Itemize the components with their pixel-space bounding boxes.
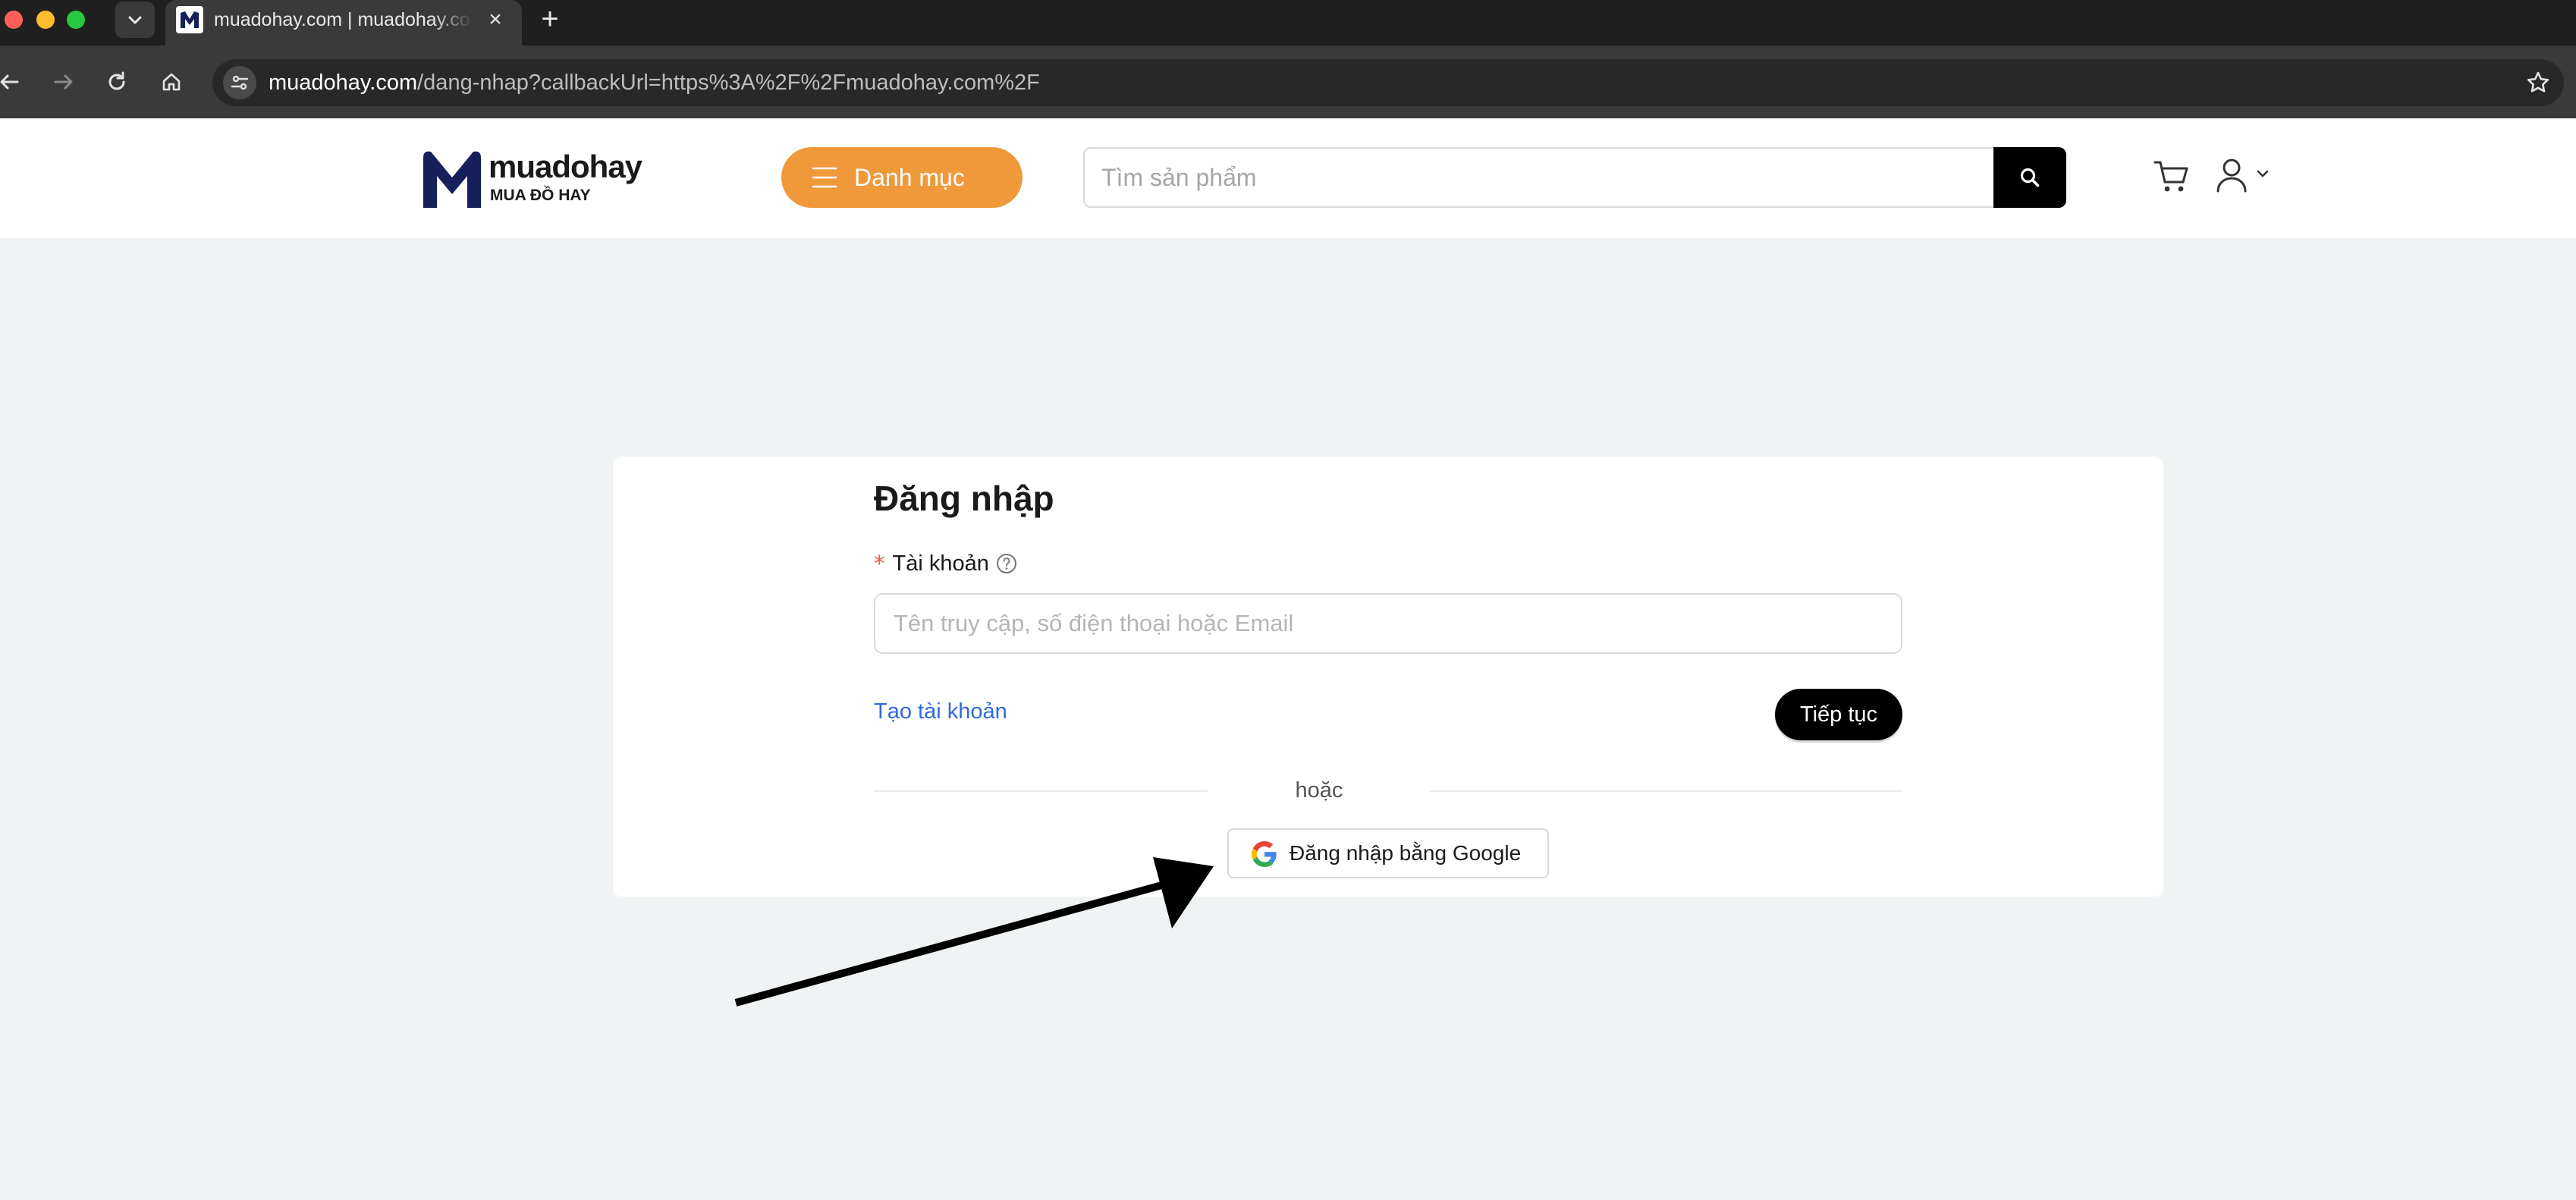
- back-button[interactable]: [0, 65, 26, 99]
- site-info-button[interactable]: [223, 66, 256, 99]
- url-host: muadohay.com: [269, 71, 418, 95]
- browser-toolbar: muadohay.com/dang-nhap?callbackUrl=https…: [0, 46, 2576, 118]
- url-path: /dang-nhap?callbackUrl=https%3A%2F%2Fmua…: [417, 71, 1040, 95]
- window-maximize-button[interactable]: [67, 11, 85, 29]
- address-bar[interactable]: muadohay.com/dang-nhap?callbackUrl=https…: [212, 59, 2564, 106]
- tab-search-button[interactable]: [115, 2, 155, 38]
- page-title: Đăng nhập: [874, 479, 1054, 518]
- account-input[interactable]: [874, 593, 1902, 654]
- annotation-arrow-icon: [734, 857, 1214, 1007]
- active-tab[interactable]: muadohay.com | muadohay.com ×: [165, 0, 522, 46]
- search-input[interactable]: [1085, 149, 1995, 206]
- site-header: muadohay MUA ĐỒ HAY Danh mục: [0, 118, 2576, 238]
- home-button[interactable]: [155, 65, 188, 99]
- divider-line-right: [1429, 790, 1902, 792]
- bookmark-star-icon: [2527, 71, 2549, 93]
- google-login-label: Đăng nhập bằng Google: [1290, 841, 1522, 865]
- reload-button[interactable]: [100, 65, 134, 99]
- create-account-link[interactable]: Tạo tài khoản: [874, 699, 1007, 724]
- hamburger-menu-icon: [812, 167, 837, 188]
- search-box: [1083, 147, 2066, 208]
- site-logo[interactable]: muadohay MUA ĐỒ HAY: [420, 146, 642, 212]
- chevron-down-icon: [128, 16, 142, 24]
- url-text[interactable]: muadohay.com/dang-nhap?callbackUrl=https…: [269, 59, 1040, 106]
- logo-name: muadohay: [488, 149, 642, 184]
- account-field-label: * Tài khoản: [874, 551, 1018, 576]
- account-label-text: Tài khoản: [892, 551, 989, 576]
- google-login-button[interactable]: Đăng nhập bằng Google: [1227, 828, 1549, 878]
- reload-icon: [108, 71, 125, 90]
- logo-tagline: MUA ĐỒ HAY: [490, 187, 591, 204]
- home-icon: [162, 73, 181, 91]
- forward-arrow-icon: [54, 74, 73, 90]
- new-tab-button[interactable]: +: [532, 2, 567, 36]
- required-mark: *: [874, 551, 885, 576]
- browser-tab-bar: muadohay.com | muadohay.com × +: [0, 0, 2576, 46]
- login-card: Đăng nhập * Tài khoản Tạo tài khoản Tiếp…: [613, 457, 2163, 897]
- bookmark-button[interactable]: [2521, 66, 2555, 99]
- forward-button[interactable]: [47, 65, 80, 99]
- muadohay-logo-mark: [423, 151, 481, 208]
- search-icon: [2020, 168, 2040, 187]
- site-info-icon: [231, 75, 249, 90]
- cart-icon[interactable]: [2153, 158, 2191, 196]
- help-circle-icon[interactable]: [995, 552, 1018, 575]
- user-account-icon[interactable]: [2213, 156, 2250, 194]
- search-button[interactable]: [1993, 147, 2066, 208]
- back-arrow-icon: [0, 74, 19, 90]
- category-menu-button[interactable]: Danh mục: [781, 147, 1023, 208]
- tab-close-icon[interactable]: ×: [482, 6, 508, 33]
- google-logo-icon: [1252, 841, 1277, 867]
- tab-title: muadohay.com | muadohay.com: [214, 9, 472, 30]
- chevron-down-icon[interactable]: [2254, 165, 2271, 182]
- divider-line-left: [874, 790, 1208, 792]
- divider-text: hoặc: [1295, 778, 1343, 803]
- window-minimize-button[interactable]: [36, 11, 55, 29]
- category-menu-label: Danh mục: [854, 164, 965, 191]
- window-close-button[interactable]: [5, 11, 23, 29]
- site-favicon-icon: [176, 6, 203, 33]
- continue-button[interactable]: Tiếp tục: [1775, 689, 1902, 740]
